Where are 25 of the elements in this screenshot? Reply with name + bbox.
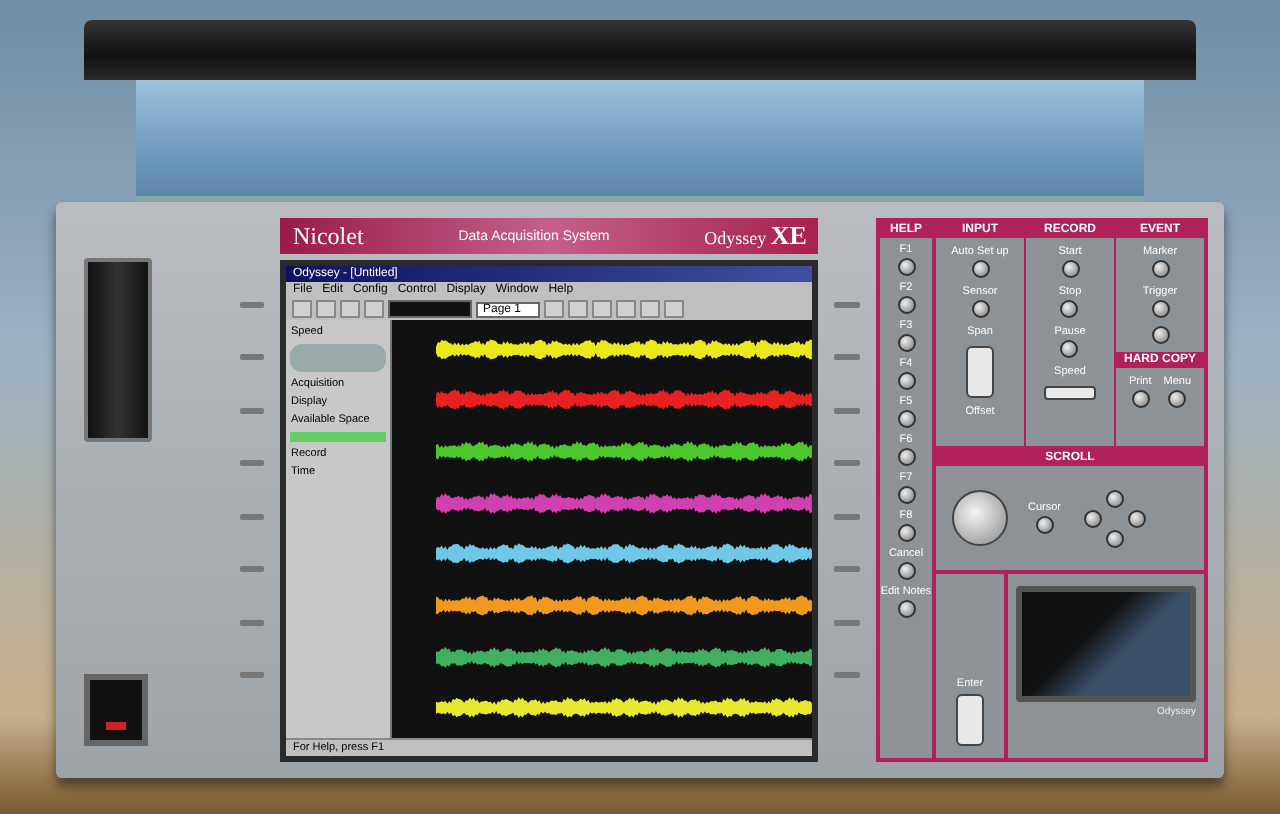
round-button[interactable] <box>897 600 915 618</box>
round-button[interactable] <box>971 300 989 318</box>
round-button[interactable] <box>897 448 915 466</box>
round-button[interactable] <box>971 260 989 278</box>
power-button[interactable] <box>84 674 148 746</box>
model-name: Odyssey XE <box>704 220 807 252</box>
round-button[interactable] <box>1060 300 1079 318</box>
round-button[interactable] <box>1060 340 1079 358</box>
round-button[interactable] <box>1035 516 1054 534</box>
round-button[interactable] <box>897 334 915 352</box>
round-button[interactable] <box>897 562 915 580</box>
round-button[interactable] <box>897 296 915 314</box>
round-button[interactable] <box>1061 260 1079 278</box>
round-button[interactable] <box>897 258 915 276</box>
round-button[interactable] <box>897 410 915 428</box>
speed-key[interactable] <box>1044 386 1096 400</box>
enter-key[interactable] <box>956 694 984 746</box>
space-bar <box>290 432 387 442</box>
round-button[interactable] <box>897 486 915 504</box>
round-button[interactable] <box>897 372 915 390</box>
scroll-knob[interactable] <box>952 490 1008 546</box>
round-button[interactable] <box>897 524 915 542</box>
round-button[interactable] <box>1151 260 1169 278</box>
span-offset-key[interactable] <box>966 346 994 398</box>
brand-logo: Nicolet <box>292 221 364 251</box>
